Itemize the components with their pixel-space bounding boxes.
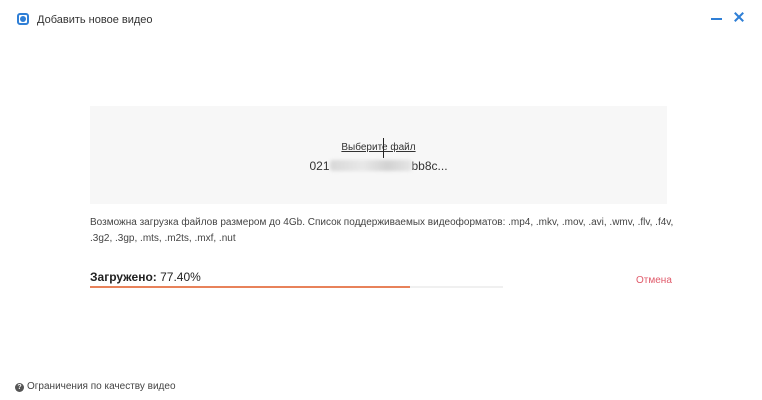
upload-progress-label: Загружено: 77.40% <box>90 270 201 285</box>
quality-limits-label: Ограничения по качеству видео <box>27 381 176 392</box>
file-drop-zone[interactable]: Выберите файл 021 bb8c... <box>90 106 667 204</box>
selected-file-name: 021 bb8c... <box>90 159 667 174</box>
upload-dialog: Добавить новое видео Выберите файл 021 bb… <box>0 0 762 400</box>
choose-file-link[interactable]: Выберите файл <box>341 142 415 153</box>
choose-file-row: Выберите файл <box>90 141 667 154</box>
cancel-upload-button[interactable]: Отмена <box>636 274 672 287</box>
close-button[interactable] <box>733 10 747 24</box>
filename-prefix: 021 <box>309 159 330 173</box>
text-cursor <box>383 138 384 158</box>
quality-limits-link[interactable]: ? Ограничения по качеству видео <box>15 380 176 393</box>
app-logo-icon <box>17 13 29 25</box>
progress-title: Загружено: <box>90 270 157 284</box>
question-circle-icon: ? <box>15 383 24 392</box>
filename-suffix: bb8c... <box>411 159 448 173</box>
minimize-icon <box>711 18 722 20</box>
supported-formats-info: Возможна загрузка файлов размером до 4Gb… <box>90 217 674 244</box>
upload-progress-fill <box>90 286 410 288</box>
title-bar: Добавить новое видео <box>0 0 762 40</box>
window-title: Добавить новое видео <box>37 14 153 26</box>
progress-percent: 77.40% <box>160 270 201 284</box>
upload-progress-bar <box>90 286 503 288</box>
filename-redacted <box>329 160 412 171</box>
minimize-button[interactable] <box>710 10 724 24</box>
